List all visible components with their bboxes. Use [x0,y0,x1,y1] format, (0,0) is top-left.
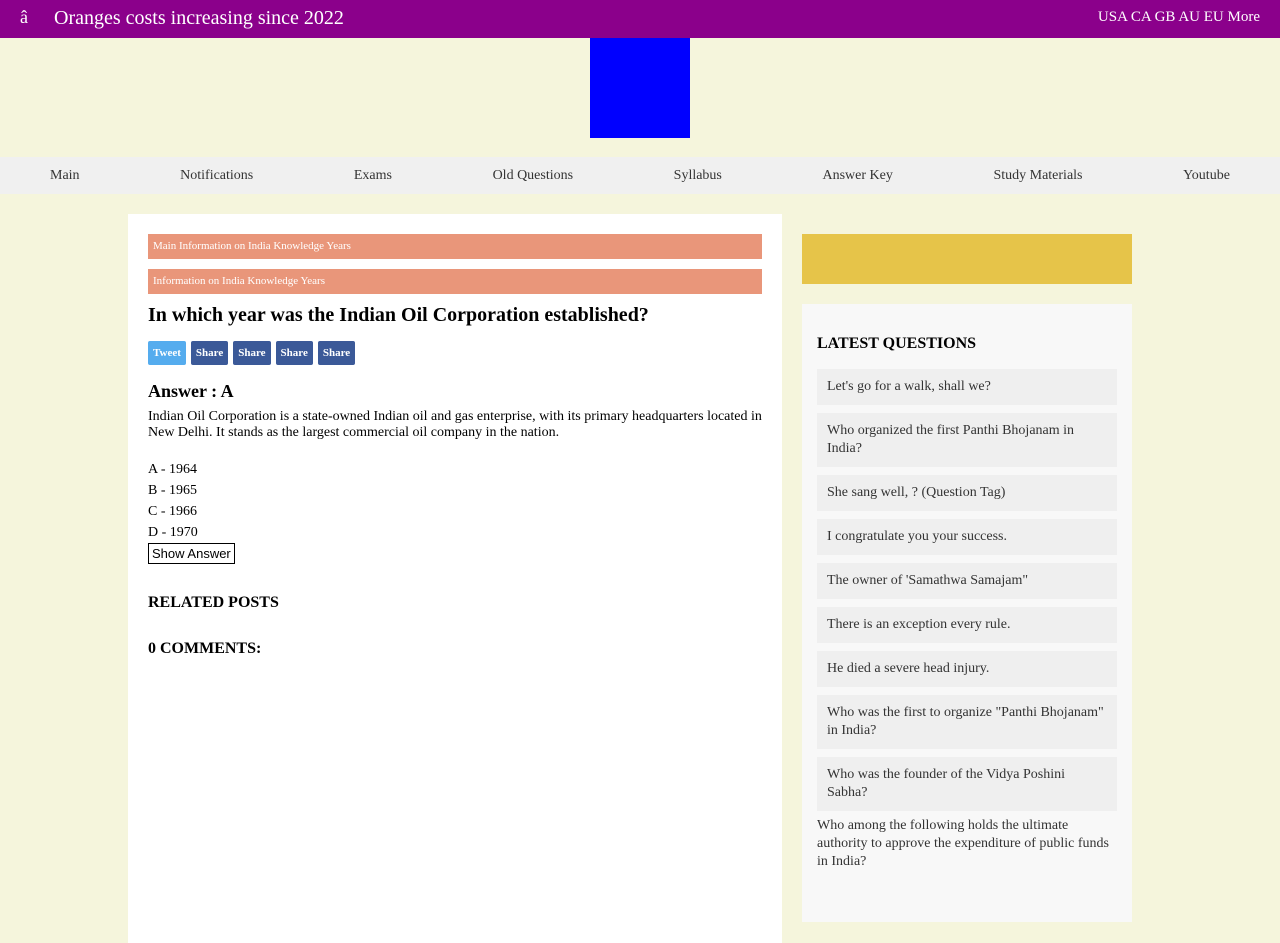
list-item[interactable]: Who was the founder of the Vidya Poshini… [817,757,1117,811]
article-panel: Main Information on India Knowledge Year… [128,214,782,943]
menu-icon[interactable]: â [20,7,28,28]
site-logo[interactable] [590,38,690,138]
answer-title: Answer : A [148,381,234,401]
list-item[interactable]: I congratulate you your success. [817,519,1117,555]
list-item[interactable]: There is an exception every rule. [817,607,1117,643]
show-answer-button[interactable]: Show Answer [148,543,235,564]
option-b: B - 1965 [148,483,197,498]
nav-item-study-materials[interactable]: Study Materials [993,168,1082,184]
share-buttons: Tweet Share Share Share Share [148,341,762,365]
nav-item-old-questions[interactable]: Old Questions [493,168,574,184]
region-links[interactable]: USA CA GB AU EU More [1098,9,1260,26]
breadcrumb[interactable]: Main Information on India Knowledge Year… [148,234,762,259]
list-item[interactable]: He died a severe head injury. [817,651,1117,687]
nav-item-youtube[interactable]: Youtube [1183,168,1230,184]
share-button[interactable]: Share [233,341,271,365]
main-nav: Main Notifications Exams Old Questions S… [0,157,1280,194]
related-posts-heading: RELATED POSTS [148,594,279,611]
nav-item-main[interactable]: Main [50,168,80,184]
list-item[interactable]: Let's go for a walk, shall we? [817,369,1117,405]
nav-item-exams[interactable]: Exams [354,168,392,184]
share-button[interactable]: Share [190,341,229,365]
list-item[interactable]: The owner of 'Samathwa Samajam" [817,563,1117,599]
sidebar-heading: LATEST QUESTIONS [817,335,977,352]
answer-explanation: Indian Oil Corporation is a state-owned … [148,409,762,440]
list-item[interactable]: Who among the following holds the ultima… [817,817,1117,871]
nav-item-syllabus[interactable]: Syllabus [674,168,722,184]
options-list: A - 1964 B - 1965 C - 1966 D - 1970 [148,459,762,543]
option-a: A - 1964 [148,462,197,477]
nav-item-answer-key[interactable]: Answer Key [822,168,892,184]
option-c: C - 1966 [148,504,197,519]
tweet-button[interactable]: Tweet [148,341,186,365]
page-title: In which year was the Indian Oil Corpora… [148,304,649,326]
news-ticker[interactable]: Oranges costs increasing since 2022 [54,7,344,30]
option-d: D - 1970 [148,525,198,540]
list-item[interactable]: Who organized the first Panthi Bhojanam … [817,413,1117,467]
ad-banner[interactable] [802,234,1132,284]
breadcrumb[interactable]: Information on India Knowledge Years [148,269,762,294]
sidebar: LATEST QUESTIONS Let's go for a walk, sh… [802,304,1132,922]
comments-heading: 0 COMMENTS: [148,640,262,657]
top-bar: â Oranges costs increasing since 2022 US… [0,0,1280,38]
nav-item-notifications[interactable]: Notifications [180,168,253,184]
share-button[interactable]: Share [317,341,356,365]
list-item[interactable]: Who was the first to organize "Panthi Bh… [817,695,1117,749]
list-item[interactable]: She sang well, ? (Question Tag) [817,475,1117,511]
share-button[interactable]: Share [275,341,313,365]
